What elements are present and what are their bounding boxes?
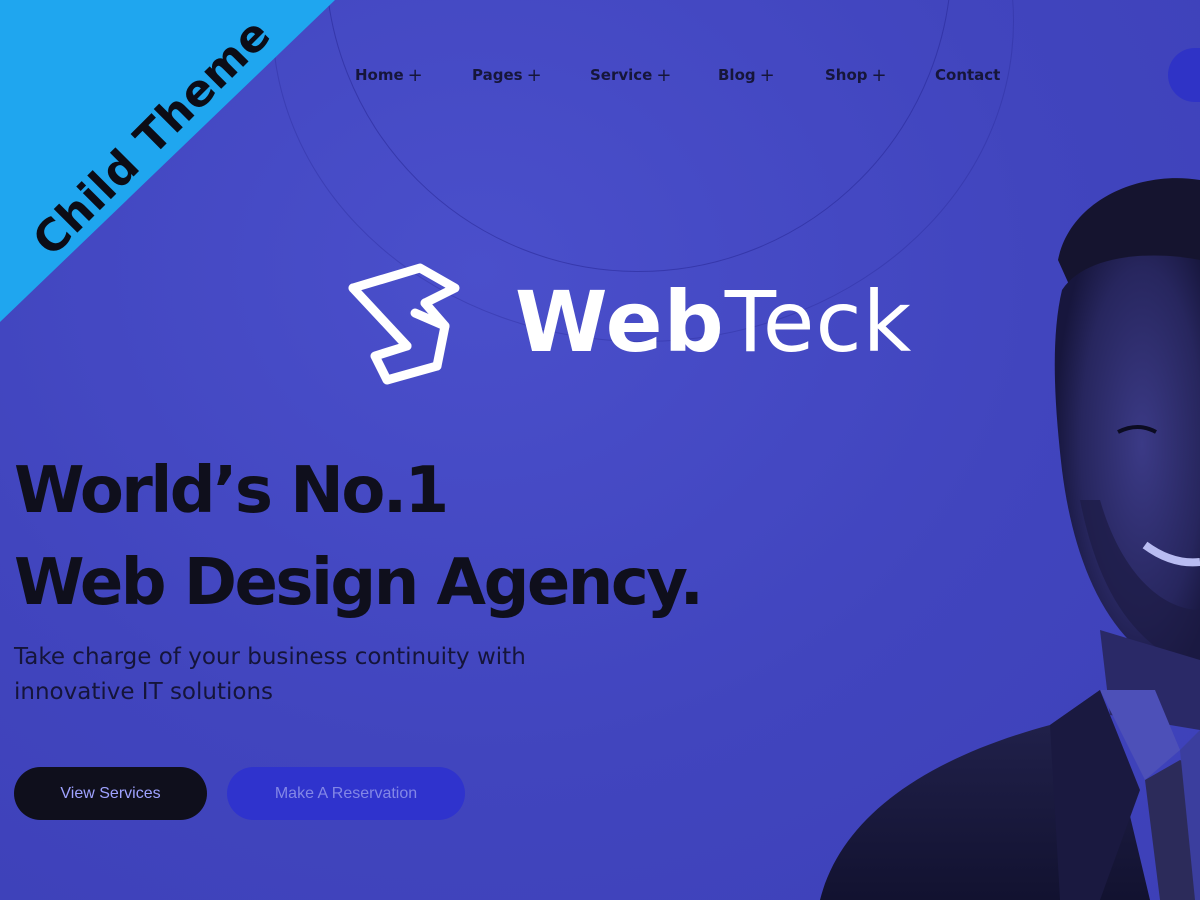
plus-icon: +: [871, 65, 887, 86]
hero-page: Home + Pages + Service + Blog + Shop + Contac…: [0, 0, 1200, 900]
hero-headline: World’s No.1 Web Design Agency.: [14, 445, 704, 629]
nav-item-pages[interactable]: Pages +: [472, 60, 542, 90]
logo-wordmark: WebTeck: [515, 280, 912, 364]
hero-headline-line1: World’s No.1: [14, 454, 449, 528]
nav-item-label: Home: [355, 66, 404, 84]
nav-item-shop[interactable]: Shop +: [825, 60, 887, 90]
plus-icon: +: [526, 65, 542, 86]
hero-subtext: Take charge of your business continuity …: [14, 640, 614, 710]
nav-item-label: Contact: [935, 66, 1001, 84]
brand-logo: WebTeck: [345, 258, 925, 393]
nav-item-label: Service: [590, 66, 653, 84]
nav-item-label: Blog: [718, 66, 756, 84]
nav-item-service[interactable]: Service +: [590, 60, 671, 90]
hero-subtext-line1: Take charge of your business continuity …: [14, 644, 526, 670]
nav-item-label: Shop: [825, 66, 868, 84]
plus-icon: +: [759, 65, 775, 86]
logo-text-bold: Web: [515, 273, 725, 371]
plus-icon: +: [407, 65, 423, 86]
header-cta-button[interactable]: [1168, 48, 1200, 102]
logo-mark-icon: [348, 263, 460, 385]
nav-item-label: Pages: [472, 66, 523, 84]
nav-item-contact[interactable]: Contact: [935, 60, 1000, 90]
logo-text-light: Teck: [724, 273, 913, 371]
nav-item-blog[interactable]: Blog +: [718, 60, 775, 90]
view-services-button[interactable]: View Services: [14, 767, 207, 820]
hero-subtext-line2: innovative IT solutions: [14, 679, 274, 705]
make-reservation-button[interactable]: Make A Reservation: [227, 767, 465, 820]
hero-headline-line2: Web Design Agency.: [14, 546, 704, 620]
ribbon-shape: [0, 0, 335, 322]
plus-icon: +: [656, 65, 672, 86]
nav-item-home[interactable]: Home +: [355, 60, 423, 90]
child-theme-ribbon: Child Theme: [0, 0, 340, 325]
